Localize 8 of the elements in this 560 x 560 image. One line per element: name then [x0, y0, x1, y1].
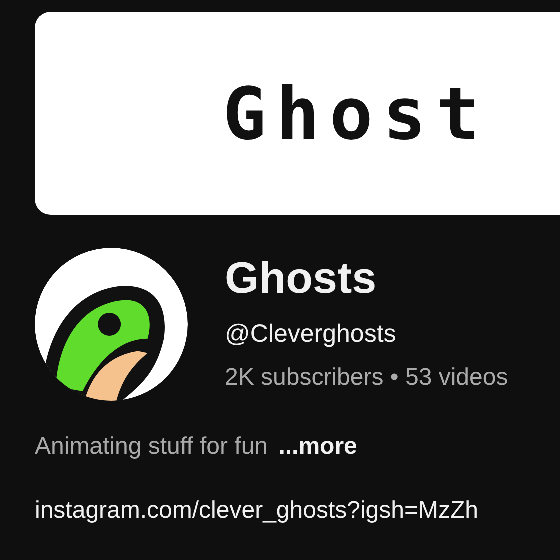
channel-stats: 2K subscribers • 53 videos [225, 363, 508, 393]
avatar-drawing[interactable] [35, 248, 188, 401]
channel-name: Ghosts [225, 254, 378, 304]
channel-handle: @Cleverghosts [225, 319, 398, 349]
channel-description: Animating stuff for fun [35, 433, 268, 460]
banner-title: Ghost [223, 72, 490, 156]
more-link[interactable]: ...more [278, 433, 358, 460]
channel-link[interactable]: instagram.com/clever_ghosts?igsh=MzZh [35, 497, 479, 524]
